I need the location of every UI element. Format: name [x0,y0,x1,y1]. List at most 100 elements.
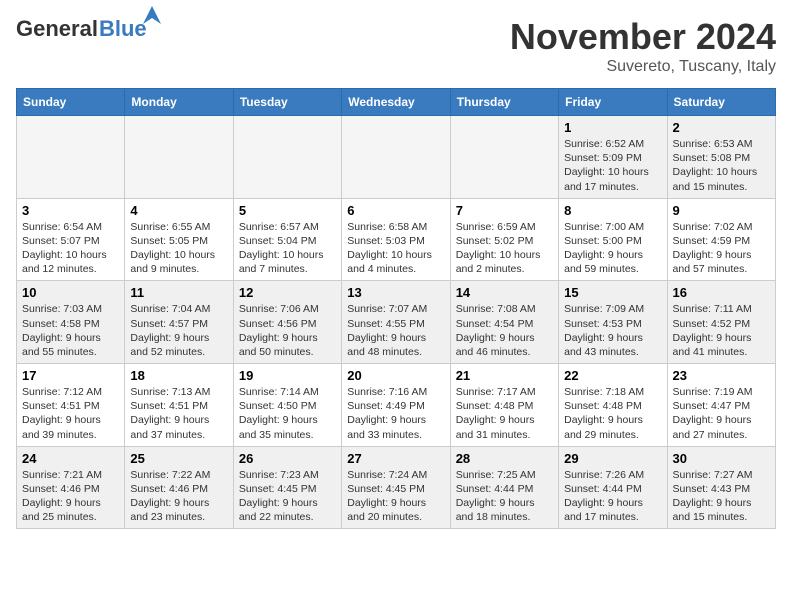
calendar-day-cell: 1 Sunrise: 6:52 AM Sunset: 5:09 PM Daylig… [559,116,667,199]
day-info: Sunrise: 7:22 AM Sunset: 4:46 PM Dayligh… [130,468,227,525]
calendar-week-row: 3 Sunrise: 6:54 AM Sunset: 5:07 PM Daylig… [17,198,776,281]
calendar-day-cell: 4 Sunrise: 6:55 AM Sunset: 5:05 PM Daylig… [125,198,233,281]
calendar-day-cell: 30 Sunrise: 7:27 AM Sunset: 4:43 PM Dayli… [667,446,775,529]
calendar-day-cell: 10 Sunrise: 7:03 AM Sunset: 4:58 PM Dayli… [17,281,125,364]
calendar-day-cell: 21Sunrise: 7:17 AM Sunset: 4:48 PM Dayli… [450,364,558,447]
logo-blue-text: Blue [99,16,147,41]
day-info: Sunrise: 7:16 AM Sunset: 4:49 PM Dayligh… [347,385,444,442]
day-number: 29 [564,451,661,466]
calendar-day-header: Monday [125,89,233,116]
day-number: 26 [239,451,336,466]
day-number: 27 [347,451,444,466]
calendar-day-cell: 26 Sunrise: 7:23 AM Sunset: 4:45 PM Dayli… [233,446,341,529]
day-number: 12 [239,285,336,300]
day-info: Sunrise: 6:52 AM Sunset: 5:09 PM Dayligh… [564,137,661,194]
day-number: 13 [347,285,444,300]
calendar-day-header: Tuesday [233,89,341,116]
day-info: Sunrise: 7:08 AM Sunset: 4:54 PM Dayligh… [456,302,553,359]
title-block: November 2024 Suvereto, Tuscany, Italy [510,16,776,76]
calendar-week-row: 1 Sunrise: 6:52 AM Sunset: 5:09 PM Daylig… [17,116,776,199]
logo: General Blue [16,16,147,42]
day-number: 21 [456,368,553,383]
day-number: 24 [22,451,119,466]
calendar-day-cell: 18 Sunrise: 7:13 AM Sunset: 4:51 PM Dayli… [125,364,233,447]
calendar-day-cell: 24 Sunrise: 7:21 AM Sunset: 4:46 PM Dayli… [17,446,125,529]
logo-bird-icon [143,6,161,24]
calendar-day-cell: 22Sunrise: 7:18 AM Sunset: 4:48 PM Dayli… [559,364,667,447]
calendar-day-cell: 13Sunrise: 7:07 AM Sunset: 4:55 PM Dayli… [342,281,450,364]
day-info: Sunrise: 7:23 AM Sunset: 4:45 PM Dayligh… [239,468,336,525]
day-number: 11 [130,285,227,300]
calendar-day-cell: 17 Sunrise: 7:12 AM Sunset: 4:51 PM Dayli… [17,364,125,447]
logo-general-text: General [16,16,98,42]
calendar-day-cell: 6 Sunrise: 6:58 AM Sunset: 5:03 PM Daylig… [342,198,450,281]
day-number: 9 [673,203,770,218]
day-number: 22 [564,368,661,383]
day-info: Sunrise: 7:14 AM Sunset: 4:50 PM Dayligh… [239,385,336,442]
day-info: Sunrise: 7:24 AM Sunset: 4:45 PM Dayligh… [347,468,444,525]
calendar-day-cell [125,116,233,199]
calendar-day-cell: 7 Sunrise: 6:59 AM Sunset: 5:02 PM Daylig… [450,198,558,281]
day-number: 15 [564,285,661,300]
calendar-day-cell: 3 Sunrise: 6:54 AM Sunset: 5:07 PM Daylig… [17,198,125,281]
calendar-header-row: SundayMondayTuesdayWednesdayThursdayFrid… [17,89,776,116]
day-number: 10 [22,285,119,300]
day-number: 18 [130,368,227,383]
day-info: Sunrise: 6:59 AM Sunset: 5:02 PM Dayligh… [456,220,553,277]
day-number: 7 [456,203,553,218]
calendar-table: SundayMondayTuesdayWednesdayThursdayFrid… [16,88,776,529]
month-title: November 2024 [510,16,776,58]
day-info: Sunrise: 7:25 AM Sunset: 4:44 PM Dayligh… [456,468,553,525]
day-number: 4 [130,203,227,218]
day-info: Sunrise: 7:03 AM Sunset: 4:58 PM Dayligh… [22,302,119,359]
day-number: 20 [347,368,444,383]
calendar-day-cell: 11 Sunrise: 7:04 AM Sunset: 4:57 PM Dayli… [125,281,233,364]
calendar-day-cell: 25Sunrise: 7:22 AM Sunset: 4:46 PM Dayli… [125,446,233,529]
calendar-day-cell [342,116,450,199]
day-info: Sunrise: 7:19 AM Sunset: 4:47 PM Dayligh… [673,385,770,442]
calendar-day-cell: 2Sunrise: 6:53 AM Sunset: 5:08 PM Daylig… [667,116,775,199]
day-info: Sunrise: 7:02 AM Sunset: 4:59 PM Dayligh… [673,220,770,277]
calendar-week-row: 17 Sunrise: 7:12 AM Sunset: 4:51 PM Dayli… [17,364,776,447]
day-info: Sunrise: 6:55 AM Sunset: 5:05 PM Dayligh… [130,220,227,277]
calendar-day-cell: 14 Sunrise: 7:08 AM Sunset: 4:54 PM Dayli… [450,281,558,364]
day-number: 1 [564,120,661,135]
day-info: Sunrise: 6:54 AM Sunset: 5:07 PM Dayligh… [22,220,119,277]
day-info: Sunrise: 7:13 AM Sunset: 4:51 PM Dayligh… [130,385,227,442]
calendar-week-row: 24 Sunrise: 7:21 AM Sunset: 4:46 PM Dayli… [17,446,776,529]
day-number: 19 [239,368,336,383]
day-info: Sunrise: 7:06 AM Sunset: 4:56 PM Dayligh… [239,302,336,359]
calendar-day-cell [17,116,125,199]
day-number: 8 [564,203,661,218]
day-number: 3 [22,203,119,218]
day-info: Sunrise: 6:58 AM Sunset: 5:03 PM Dayligh… [347,220,444,277]
day-info: Sunrise: 7:11 AM Sunset: 4:52 PM Dayligh… [673,302,770,359]
calendar-day-cell: 9 Sunrise: 7:02 AM Sunset: 4:59 PM Daylig… [667,198,775,281]
day-info: Sunrise: 7:21 AM Sunset: 4:46 PM Dayligh… [22,468,119,525]
day-number: 16 [673,285,770,300]
day-info: Sunrise: 7:26 AM Sunset: 4:44 PM Dayligh… [564,468,661,525]
calendar-day-cell [450,116,558,199]
calendar-day-header: Sunday [17,89,125,116]
day-number: 30 [673,451,770,466]
calendar-day-cell: 8 Sunrise: 7:00 AM Sunset: 5:00 PM Daylig… [559,198,667,281]
calendar-day-header: Wednesday [342,89,450,116]
calendar-day-cell: 27 Sunrise: 7:24 AM Sunset: 4:45 PM Dayli… [342,446,450,529]
day-number: 6 [347,203,444,218]
day-info: Sunrise: 7:04 AM Sunset: 4:57 PM Dayligh… [130,302,227,359]
day-info: Sunrise: 6:57 AM Sunset: 5:04 PM Dayligh… [239,220,336,277]
calendar-day-header: Thursday [450,89,558,116]
day-info: Sunrise: 7:12 AM Sunset: 4:51 PM Dayligh… [22,385,119,442]
calendar-day-cell: 23Sunrise: 7:19 AM Sunset: 4:47 PM Dayli… [667,364,775,447]
calendar-day-cell: 15Sunrise: 7:09 AM Sunset: 4:53 PM Dayli… [559,281,667,364]
calendar-day-cell: 19 Sunrise: 7:14 AM Sunset: 4:50 PM Dayli… [233,364,341,447]
day-number: 17 [22,368,119,383]
day-number: 28 [456,451,553,466]
day-number: 14 [456,285,553,300]
day-info: Sunrise: 7:00 AM Sunset: 5:00 PM Dayligh… [564,220,661,277]
day-info: Sunrise: 7:27 AM Sunset: 4:43 PM Dayligh… [673,468,770,525]
calendar-day-cell: 16 Sunrise: 7:11 AM Sunset: 4:52 PM Dayli… [667,281,775,364]
day-number: 5 [239,203,336,218]
calendar-day-cell: 28 Sunrise: 7:25 AM Sunset: 4:44 PM Dayli… [450,446,558,529]
calendar-week-row: 10 Sunrise: 7:03 AM Sunset: 4:58 PM Dayli… [17,281,776,364]
